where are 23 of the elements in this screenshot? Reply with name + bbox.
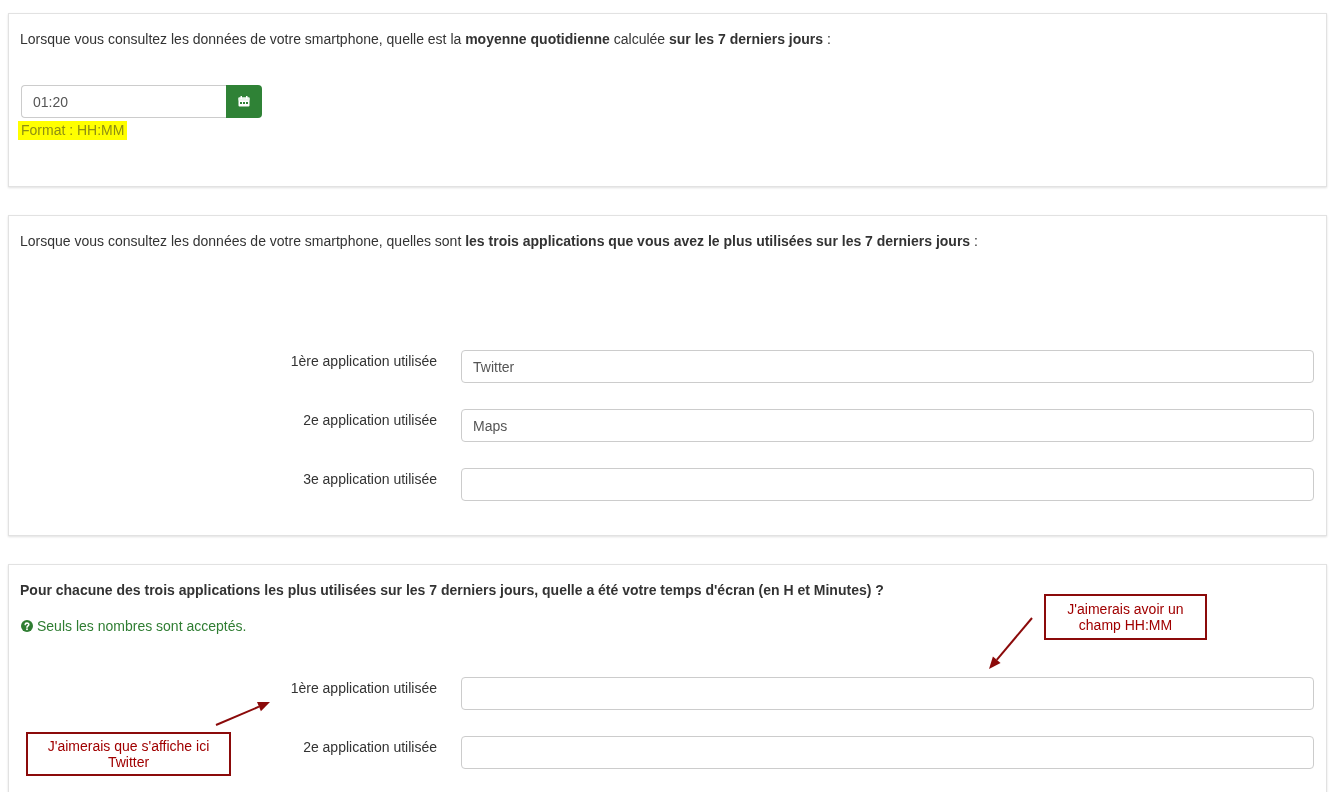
- help-icon: [21, 620, 33, 632]
- annotation-arrow: [989, 617, 1033, 669]
- annotation-arrow: [215, 702, 270, 726]
- text-input[interactable]: [461, 468, 1314, 501]
- text-input[interactable]: [461, 736, 1314, 769]
- annotation-note: J'aimerais que s'affiche ici Twitter: [26, 732, 231, 776]
- question-text: Lorsque vous consultez les données de votre smartphone, quelle est la moyenne quotidienne calculée sur les 7 derniers jours :: [20, 30, 831, 49]
- text-input[interactable]: [461, 677, 1314, 710]
- field-label: 2e application utilisée: [303, 738, 437, 757]
- question-text: Lorsque vous consultez les données de votre smartphone, quelles sont les trois applications que vous avez le plus utilisées sur les 7 derniers jours :: [20, 232, 978, 251]
- calendar-button[interactable]: [226, 85, 262, 118]
- help-text: Seuls les nombres sont acceptés.: [37, 617, 247, 636]
- calendar-icon: [238, 96, 250, 107]
- field-label: 2e application utilisée: [303, 411, 437, 430]
- field-label: 1ère application utilisée: [290, 679, 437, 698]
- question-text: Pour chacune des trois applications les plus utilisées sur les 7 derniers jours, quelle a été votre temps d'écran (en H et Minutes) ?: [20, 581, 884, 600]
- format-hint: Format : HH:MM: [18, 121, 128, 140]
- text-input[interactable]: Twitter: [461, 350, 1314, 383]
- annotation-note: J'aimerais avoir un champ HH:MM: [1044, 594, 1207, 640]
- text-input[interactable]: Maps: [461, 409, 1314, 442]
- time-input[interactable]: 01:20: [21, 85, 226, 118]
- field-label: 1ère application utilisée: [290, 352, 437, 371]
- field-label: 3e application utilisée: [303, 470, 437, 489]
